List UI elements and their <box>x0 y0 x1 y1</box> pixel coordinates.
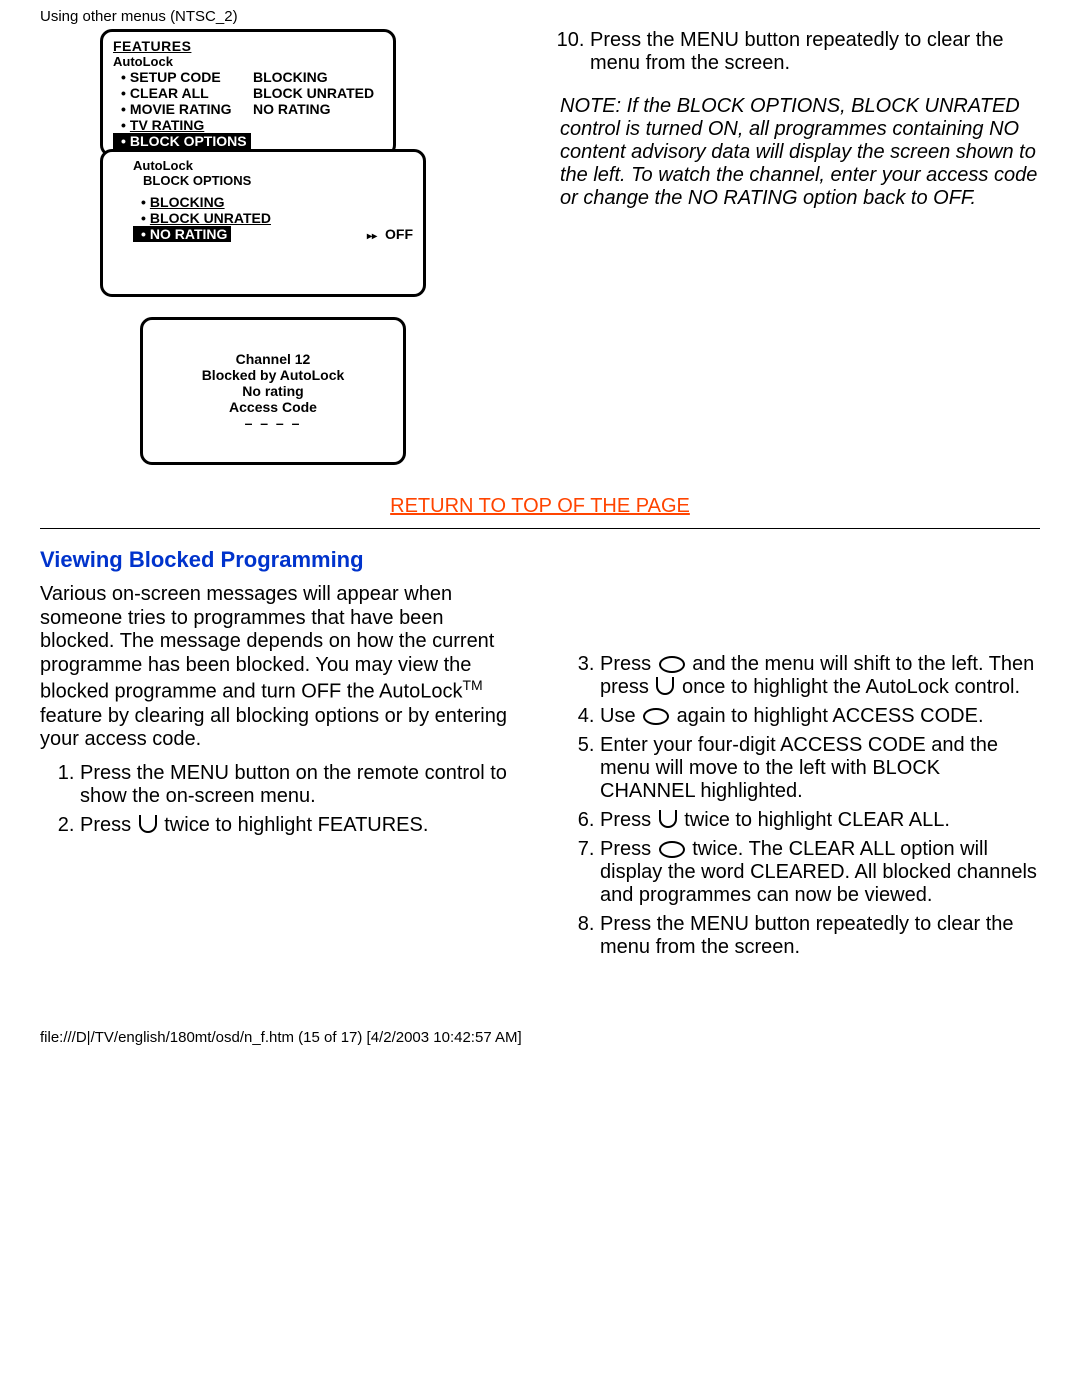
step-list: Press the MENU button repeatedly to clea… <box>560 29 1040 75</box>
step-item: Press the MENU button repeatedly to clea… <box>600 913 1040 959</box>
steps-right: Press and the menu will shift to the lef… <box>560 653 1040 959</box>
step-item: Press the MENU button repeatedly to clea… <box>590 29 1040 75</box>
right-oval-icon <box>659 841 685 858</box>
osd-item: BLOCKING <box>253 69 383 85</box>
note-text: NOTE: If the BLOCK OPTIONS, BLOCK UNRATE… <box>560 95 1040 210</box>
step-item: Enter your four-digit ACCESS CODE and th… <box>600 734 1040 803</box>
osd-subtitle: AutoLock <box>133 158 413 173</box>
osd-line: Blocked by AutoLock <box>202 367 345 383</box>
down-arrow-icon <box>139 815 157 833</box>
divider <box>40 528 1040 529</box>
step-item: Use again to highlight ACCESS CODE. <box>600 705 1040 728</box>
osd-selected: •NO RATING <box>133 226 231 242</box>
osd-item: SETUP CODE <box>130 69 221 85</box>
osd-subtitle2: BLOCK OPTIONS <box>143 173 413 188</box>
right-oval-icon <box>659 656 685 673</box>
osd-item: CLEAR ALL <box>130 85 209 101</box>
step-item: Press twice. The CLEAR ALL option will d… <box>600 838 1040 907</box>
osd-blocked-screen: Channel 12 Blocked by AutoLock No rating… <box>140 317 406 465</box>
osd-menu-features: FEATURES AutoLock •SETUP CODEBLOCKING •C… <box>100 29 396 157</box>
osd-item: MOVIE RATING <box>130 101 232 117</box>
osd-item: NO RATING <box>253 101 383 117</box>
osd-item: BLOCK UNRATED <box>150 210 271 226</box>
step-item: Press and the menu will shift to the lef… <box>600 653 1040 699</box>
return-top-link[interactable]: RETURN TO TOP OF THE PAGE <box>40 495 1040 518</box>
osd-line: No rating <box>242 383 303 399</box>
intro-paragraph: Various on-screen messages will appear w… <box>40 583 520 752</box>
osd-selected: •BLOCK OPTIONS <box>113 133 251 149</box>
osd-value: OFF <box>385 226 413 242</box>
step-item: Press the MENU button on the remote cont… <box>80 762 520 808</box>
osd-line: Channel 12 <box>236 351 311 367</box>
step-item: Press twice to highlight FEATURES. <box>80 814 520 837</box>
steps-left: Press the MENU button on the remote cont… <box>40 762 520 837</box>
osd-item: BLOCK UNRATED <box>253 85 383 101</box>
osd-item: TV RATING <box>130 117 204 133</box>
page-header: Using other menus (NTSC_2) <box>40 0 1040 29</box>
arrow-icon: ▸▸ <box>367 231 377 242</box>
osd-subtitle: AutoLock <box>113 54 383 69</box>
step-item: Press twice to highlight CLEAR ALL. <box>600 809 1040 832</box>
section-heading: Viewing Blocked Programming <box>40 547 1040 573</box>
osd-line: – – – – <box>245 415 302 431</box>
osd-title: FEATURES <box>113 38 383 54</box>
page-footer: file:///D|/TV/english/180mt/osd/n_f.htm … <box>40 1029 1040 1056</box>
osd-item: BLOCKING <box>150 194 225 210</box>
right-oval-icon <box>643 708 669 725</box>
down-arrow-icon <box>659 810 677 828</box>
osd-line: Access Code <box>229 399 317 415</box>
osd-menu-blockoptions: AutoLock BLOCK OPTIONS •BLOCKING •BLOCK … <box>100 149 426 297</box>
down-arrow-icon <box>656 677 674 695</box>
